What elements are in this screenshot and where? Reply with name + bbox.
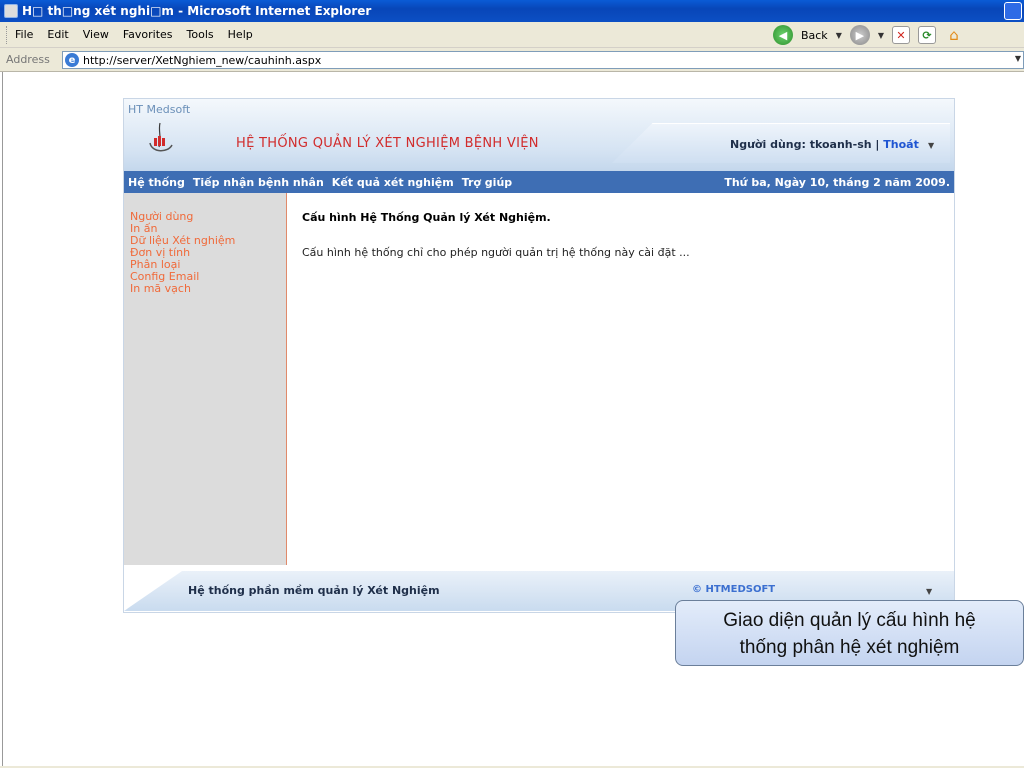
window-title: H□ th□ng xét nghi□m - Microsoft Internet… bbox=[22, 4, 372, 18]
page-heading: Cấu hình Hệ Thống Quản lý Xét Nghiệm. bbox=[302, 211, 551, 224]
stop-icon[interactable]: ✕ bbox=[892, 26, 910, 44]
menu-help[interactable]: Help bbox=[228, 28, 253, 41]
caption-callout: Giao diện quản lý cấu hình hệ thống phân… bbox=[675, 600, 1024, 666]
menu-edit[interactable]: Edit bbox=[47, 28, 68, 41]
logout-link[interactable]: Thoát bbox=[883, 138, 919, 151]
app-title: HỆ THỐNG QUẢN LÝ XÉT NGHIỆM BỆNH VIỆN bbox=[236, 136, 539, 151]
forward-dropdown-icon[interactable]: ▼ bbox=[878, 31, 884, 40]
forward-arrow-icon[interactable]: ▶ bbox=[849, 25, 870, 45]
address-label: Address bbox=[6, 53, 50, 66]
ie-window-icon bbox=[4, 4, 18, 18]
nav-tro-giup[interactable]: Trợ giúp bbox=[462, 176, 512, 189]
sidebar: Người dùng In ấn Dữ liệu Xét nghiệm Đơn … bbox=[124, 193, 287, 565]
nav-he-thong[interactable]: Hệ thống bbox=[128, 176, 185, 189]
caption-line-1: Giao diện quản lý cấu hình hệ bbox=[723, 610, 976, 631]
home-icon[interactable]: ⌂ bbox=[944, 26, 964, 44]
current-date: Thứ ba, Ngày 10, tháng 2 năm 2009. bbox=[724, 175, 950, 189]
user-label: Người dùng: tkoanh-sh | bbox=[730, 138, 884, 151]
refresh-icon[interactable]: ⟳ bbox=[918, 26, 936, 44]
company-name: HT Medsoft bbox=[128, 103, 191, 116]
caption-line-2: thống phân hệ xét nghiệm bbox=[739, 637, 960, 658]
address-url[interactable]: http://server/XetNghiem_new/cauhinh.aspx bbox=[83, 54, 321, 67]
nav-tiep-nhan[interactable]: Tiếp nhận bệnh nhân bbox=[193, 176, 324, 189]
address-dropdown-icon[interactable]: ▼ bbox=[1015, 54, 1021, 63]
page-description: Cấu hình hệ thống chỉ cho phép người quả… bbox=[302, 246, 690, 259]
menu-file[interactable]: File bbox=[15, 28, 33, 41]
logo-icon bbox=[149, 122, 173, 152]
main-nav: Hệ thống Tiếp nhận bệnh nhân Kết quả xét… bbox=[124, 171, 954, 193]
address-bar: Address e http://server/XetNghiem_new/ca… bbox=[0, 48, 1024, 72]
back-dropdown-icon[interactable]: ▼ bbox=[836, 31, 842, 40]
menu-favorites[interactable]: Favorites bbox=[123, 28, 173, 41]
user-info: Người dùng: tkoanh-sh | Thoát bbox=[730, 138, 919, 151]
window-control-button[interactable] bbox=[1004, 2, 1022, 20]
menu-tools[interactable]: Tools bbox=[187, 28, 214, 41]
page-icon: e bbox=[65, 53, 79, 67]
window-titlebar: H□ th□ng xét nghi□m - Microsoft Internet… bbox=[0, 0, 1024, 22]
menu-view[interactable]: View bbox=[83, 28, 109, 41]
footer-text: Hệ thống phần mềm quản lý Xét Nghiệm bbox=[188, 584, 440, 597]
back-button-label[interactable]: Back bbox=[801, 29, 828, 42]
address-input[interactable]: e http://server/XetNghiem_new/cauhinh.as… bbox=[62, 51, 1024, 69]
sidebar-item-in-ma-vach[interactable]: In mã vạch bbox=[130, 283, 286, 295]
back-arrow-icon[interactable]: ◀ bbox=[772, 25, 793, 45]
main-panel: Cấu hình Hệ Thống Quản lý Xét Nghiệm. Cấ… bbox=[288, 193, 954, 565]
app-container: HT Medsoft HỆ THỐNG QUẢN LÝ XÉT NGHIỆM B… bbox=[123, 98, 955, 613]
nav-ket-qua[interactable]: Kết quả xét nghiệm bbox=[332, 176, 454, 189]
footer-dropdown-icon[interactable]: ▼ bbox=[926, 587, 932, 596]
copyright: © HTMEDSOFT bbox=[692, 584, 776, 595]
menu-grip bbox=[6, 25, 9, 44]
browser-toolbar: ◀ Back ▼ ▶ ▼ ✕ ⟳ ⌂ bbox=[772, 24, 964, 46]
user-dropdown-icon[interactable]: ▼ bbox=[928, 141, 934, 150]
